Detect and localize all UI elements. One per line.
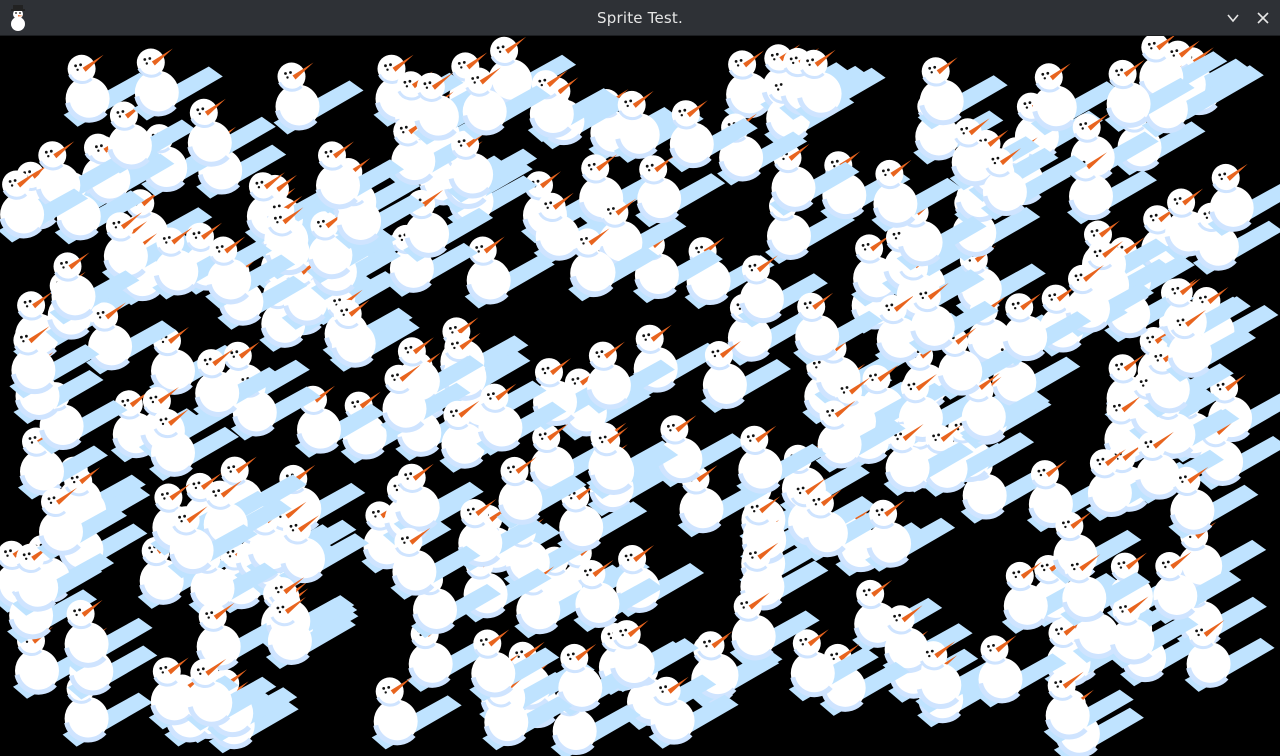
close-button[interactable] xyxy=(1252,7,1274,29)
title-bar[interactable]: Sprite Test. xyxy=(0,0,1280,36)
sprite-scene xyxy=(0,36,1280,756)
minimize-button[interactable] xyxy=(1222,7,1244,29)
sprite-canvas[interactable] xyxy=(0,36,1280,756)
chevron-down-icon xyxy=(1227,14,1239,23)
snowman-sprite xyxy=(1185,620,1275,692)
snowman-sprite xyxy=(796,50,886,122)
snowman-icon xyxy=(4,3,32,33)
close-icon xyxy=(1257,12,1269,24)
app-window: Sprite Test. xyxy=(0,0,1280,756)
snowman-sprite xyxy=(865,500,955,572)
window-title: Sprite Test. xyxy=(597,8,683,27)
snowman-sprite xyxy=(274,63,364,135)
window-controls xyxy=(1222,0,1274,36)
